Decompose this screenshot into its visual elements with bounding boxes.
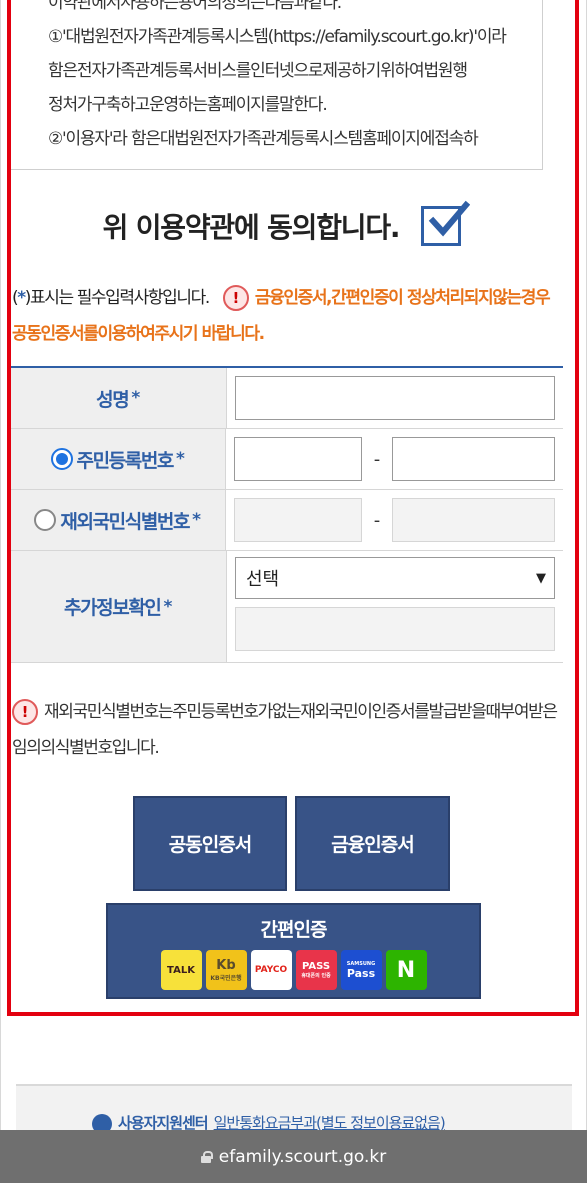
lock-icon [200,1150,213,1163]
url-text: efamily.scourt.go.kr [218,1146,387,1167]
highlight-frame [7,0,579,1016]
support-center-link[interactable]: 사용자지원센터 일반통화요금부과(별도 정보이용료없음) [92,1112,512,1132]
browser-url-bar[interactable]: efamily.scourt.go.kr [0,1130,587,1183]
